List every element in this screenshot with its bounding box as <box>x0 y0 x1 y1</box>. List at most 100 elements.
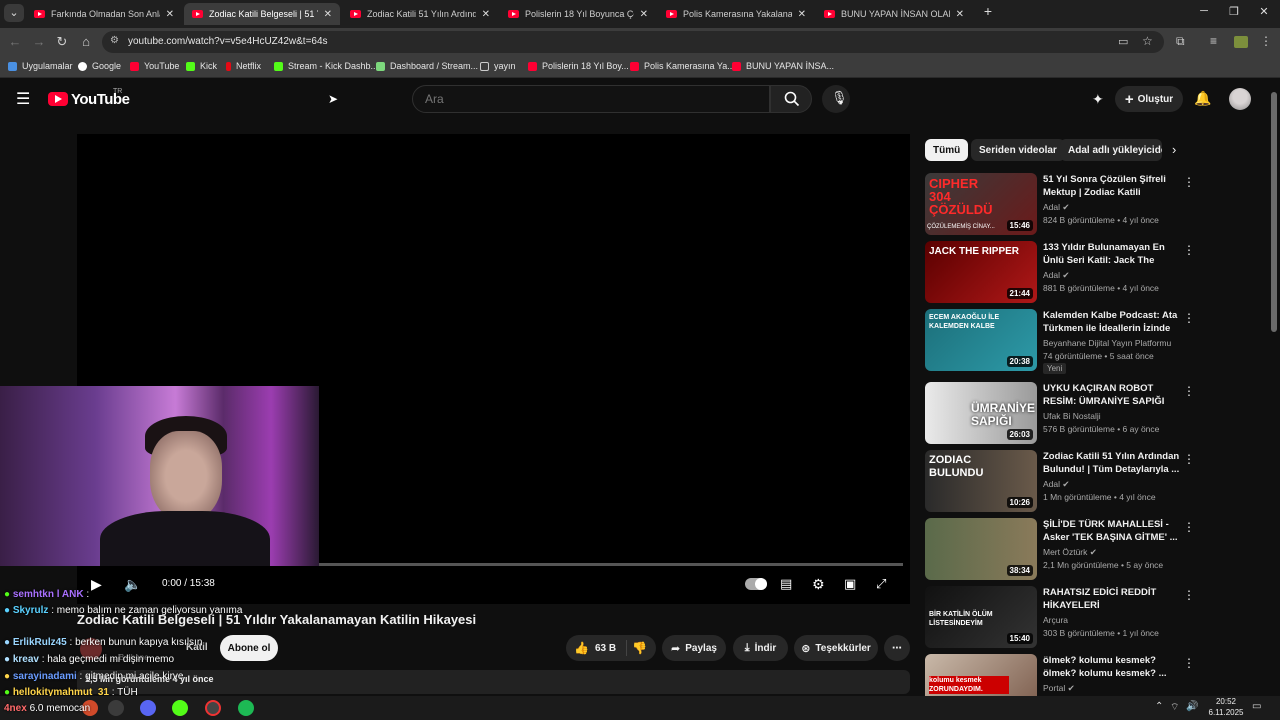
video-thumbnail[interactable]: CIPHER 304 ÇÖZÜLDÜ ÇÖZÜLEMEMİŞ CİNAY... … <box>925 173 1037 235</box>
bookmark-kick[interactable]: Kick <box>186 61 217 71</box>
bookmark-video-3[interactable]: BUNU YAPAN İNSA... <box>732 61 834 71</box>
video-thumbnail[interactable]: JACK THE RIPPER 21:44 <box>925 241 1037 303</box>
video-thumbnail[interactable]: kolumu kesmek ZORUNDAYDIM. <box>925 654 1037 696</box>
video-title[interactable]: RAHATSIZ EDİCİ REDDİT HİKAYELERİ <box>1043 586 1181 612</box>
browser-menu-icon[interactable]: ⋮ <box>1260 34 1272 48</box>
site-info-icon[interactable]: ⚙ <box>110 35 119 46</box>
bookmark-netflix[interactable]: Netflix <box>226 61 261 71</box>
address-bar[interactable]: ⚙ youtube.com/watch?v=v5e4HcUZ42w&t=64s … <box>102 31 1164 53</box>
chip-all[interactable]: Tümü <box>925 139 969 161</box>
bookmark-stream-dashboard[interactable]: Dashboard / Stream... <box>376 61 478 71</box>
taskbar-spotify-icon[interactable] <box>238 700 254 716</box>
recommendation-item[interactable]: BİR KATİLİN ÖLÜM LİSTESİNDEYİM 15:40 RAH… <box>925 586 1195 650</box>
channel-name[interactable]: Beyanhane Dijital Yayın Platformu <box>1043 338 1171 348</box>
wifi-icon[interactable]: ⌔ <box>1170 701 1179 714</box>
taskbar-obs-icon[interactable] <box>205 700 221 716</box>
search-button[interactable] <box>770 85 812 113</box>
subtitles-icon[interactable]: ▤ <box>780 576 792 592</box>
more-vertical-icon[interactable]: ⋮ <box>1183 243 1195 257</box>
bookmark-kick-dashboard[interactable]: Stream - Kick Dashb... <box>274 61 378 71</box>
youtube-logo-icon[interactable] <box>48 92 68 106</box>
notifications-bell-icon[interactable]: 🔔 <box>1194 90 1211 107</box>
recommendation-item[interactable]: JACK THE RIPPER 21:44 133 Yıldır Bulunam… <box>925 241 1195 305</box>
tab-close-icon[interactable]: ✕ <box>166 9 174 20</box>
tab-close-icon[interactable]: ✕ <box>640 9 648 20</box>
taskbar-app-icon[interactable] <box>108 700 124 716</box>
tab-2[interactable]: Zodiac Katili 51 Yılın Ardından B ✕ <box>342 3 498 25</box>
window-close-icon[interactable]: ✕ <box>1254 5 1274 18</box>
video-thumbnail[interactable]: 38:34 <box>925 518 1037 580</box>
tab-0[interactable]: Farkında Olmadan Son Anların... ✕ <box>26 3 182 25</box>
share-button[interactable]: ➦ Paylaş <box>662 635 726 661</box>
voice-search-button[interactable]: 🎙 <box>822 85 850 113</box>
more-vertical-icon[interactable]: ⋮ <box>1183 175 1195 189</box>
tab-close-icon[interactable]: ✕ <box>798 9 806 20</box>
taskbar-kick-icon[interactable] <box>172 700 188 716</box>
forward-icon[interactable]: → <box>30 34 48 49</box>
video-thumbnail[interactable]: ÜMRANİYE SAPIĞI 26:03 <box>925 382 1037 444</box>
recommendation-item[interactable]: 38:34 ŞİLİ'DE TÜRK MAHALLESİ - Asker 'TE… <box>925 518 1195 582</box>
tab-4[interactable]: Polis Kamerasına Yakalanan 5 K ✕ <box>658 3 814 25</box>
like-icon[interactable]: 👍 <box>574 641 589 655</box>
tab-3[interactable]: Polislerin 18 Yıl Boyunca Çözem ✕ <box>500 3 656 25</box>
autoplay-toggle[interactable] <box>745 578 767 590</box>
fullscreen-icon[interactable]: ⤢ <box>876 576 886 592</box>
cast-ai-icon[interactable]: ✦ <box>1092 91 1104 108</box>
tab-5[interactable]: BUNU YAPAN İNSAN OLAMAZ! ✕ <box>816 3 972 25</box>
tab-close-icon[interactable]: ✕ <box>324 9 332 20</box>
channel-name[interactable]: Mert Öztürk ✔ <box>1043 547 1097 558</box>
miniplayer-icon[interactable]: ▣ <box>844 576 856 592</box>
hamburger-menu-icon[interactable]: ☰ <box>16 89 30 109</box>
download-button[interactable]: ⤓ İndir <box>733 635 788 661</box>
search-box[interactable] <box>412 85 770 113</box>
more-vertical-icon[interactable]: ⋮ <box>1183 384 1195 398</box>
chip-from-uploader[interactable]: Adal adlı yükleyiciden <box>1060 139 1162 161</box>
restore-icon[interactable]: ❐ <box>1224 5 1244 18</box>
taskbar-discord-icon[interactable] <box>140 700 156 716</box>
channel-name[interactable]: Ufak Bi Nostalji <box>1043 411 1101 421</box>
avatar[interactable] <box>1229 88 1251 110</box>
video-thumbnail[interactable]: ZODIAC BULUNDU 10:26 <box>925 450 1037 512</box>
chip-series[interactable]: Seriden videolar <box>971 139 1065 161</box>
more-actions-button[interactable]: ⋯ <box>884 635 910 661</box>
thanks-button[interactable]: ⊛ Teşekkürler <box>794 635 878 661</box>
recommendation-item[interactable]: kolumu kesmek ZORUNDAYDIM. ölmek? kolumu… <box>925 654 1195 696</box>
recommendation-item[interactable]: ÜMRANİYE SAPIĞI 26:03 UYKU KAÇIRAN ROBOT… <box>925 382 1195 446</box>
subscribe-button[interactable]: Abone ol <box>220 635 278 661</box>
more-vertical-icon[interactable]: ⋮ <box>1183 452 1195 466</box>
bookmark-google[interactable]: Google <box>78 61 121 71</box>
back-icon[interactable]: ← <box>6 34 24 49</box>
video-title[interactable]: Zodiac Katili 51 Yılın Ardından Bulundu!… <box>1043 450 1181 476</box>
home-icon[interactable]: ⌂ <box>77 34 95 49</box>
clock-time[interactable]: 20:52 <box>1208 697 1244 706</box>
more-vertical-icon[interactable]: ⋮ <box>1183 656 1195 670</box>
video-title[interactable]: ölmek? kolumu kesmek? ölmek? kolumu kesm… <box>1043 654 1181 680</box>
channel-name[interactable]: Arçura <box>1043 615 1068 625</box>
video-title[interactable]: 133 Yıldır Bulunamayan En Ünlü Seri Kati… <box>1043 241 1181 267</box>
description-box[interactable]: 1,5 Mn görüntüleme 4 yıl önce <box>77 670 910 694</box>
like-count[interactable]: 63 B <box>595 643 616 654</box>
bookmark-apps[interactable]: Uygulamalar <box>8 61 73 71</box>
tab-1-active[interactable]: Zodiac Katili Belgeseli | 51 Yıldır ✕ <box>184 3 340 25</box>
more-vertical-icon[interactable]: ⋮ <box>1183 311 1195 325</box>
channel-name[interactable]: Adal ✔ <box>1043 202 1070 213</box>
media-control-icon[interactable]: ≡ <box>1210 34 1217 48</box>
profile-icon[interactable] <box>1234 36 1248 48</box>
bookmark-video-2[interactable]: Polis Kamerasına Ya... <box>630 61 735 71</box>
bookmark-youtube[interactable]: YouTube <box>130 61 179 71</box>
more-vertical-icon[interactable]: ⋮ <box>1183 520 1195 534</box>
recommendation-item[interactable]: CIPHER 304 ÇÖZÜLDÜ ÇÖZÜLEMEMİŞ CİNAY... … <box>925 173 1195 237</box>
new-tab-icon[interactable]: + <box>978 3 998 19</box>
channel-name[interactable]: Portal ✔ <box>1043 683 1075 694</box>
channel-name[interactable]: Adal ✔ <box>1043 479 1070 490</box>
video-title[interactable]: 51 Yıl Sonra Çözülen Şifreli Mektup | Zo… <box>1043 173 1181 199</box>
video-title[interactable]: Kalemden Kalbe Podcast: Ata Türkmen ile … <box>1043 309 1181 335</box>
search-input[interactable] <box>425 92 755 106</box>
notifications-icon[interactable]: ▭ <box>1252 701 1261 712</box>
more-vertical-icon[interactable]: ⋮ <box>1183 588 1195 602</box>
play-button-icon[interactable]: ▶ <box>91 576 102 593</box>
video-thumbnail[interactable]: ECEM AKAOĞLU İLE KALEMDEN KALBE 20:38 <box>925 309 1037 371</box>
tray-chevron-up-icon[interactable]: ⌃ <box>1155 701 1163 712</box>
chevron-right-icon[interactable]: › <box>1172 142 1176 157</box>
reload-icon[interactable]: ↻ <box>53 34 71 50</box>
